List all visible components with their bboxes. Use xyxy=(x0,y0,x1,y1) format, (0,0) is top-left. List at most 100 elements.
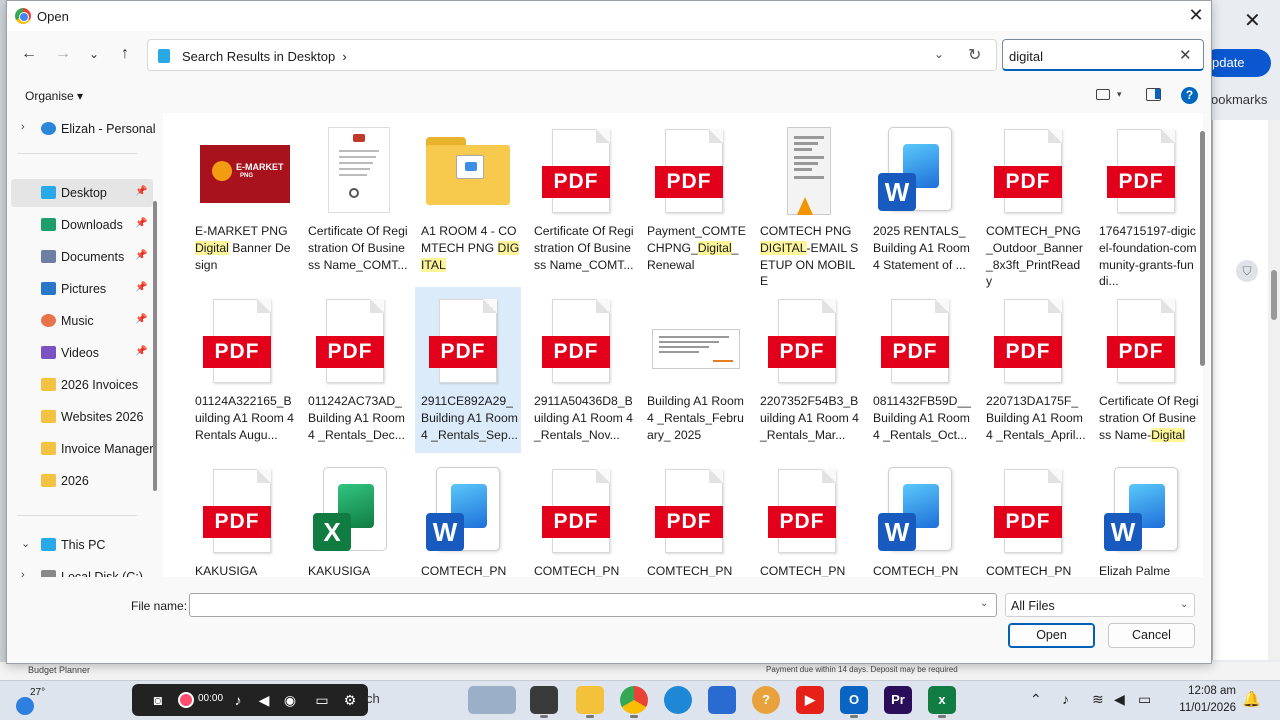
file-item[interactable]: PDF COMTECH_PN xyxy=(980,457,1086,577)
shield-icon[interactable]: ⛉ xyxy=(1236,260,1258,282)
search-highlight-image[interactable] xyxy=(468,686,516,714)
sidebar-item[interactable]: Downloads 📌 xyxy=(11,211,153,239)
view-options-icon[interactable] xyxy=(1096,89,1110,100)
file-item[interactable]: W Elizah Palme xyxy=(1093,457,1199,577)
view-dropdown-icon[interactable]: ▾ xyxy=(1117,89,1122,100)
file-item[interactable]: PDF COMTECH_PN xyxy=(641,457,747,577)
file-item[interactable]: W COMTECH_PN xyxy=(867,457,973,577)
help-app-icon[interactable]: ? xyxy=(752,686,780,714)
expand-chevron-icon[interactable]: › xyxy=(21,121,25,133)
file-item[interactable]: PDF COMTECH_PN xyxy=(754,457,860,577)
sidebar-item[interactable]: ⌄ This PC xyxy=(11,531,153,559)
file-item[interactable]: PDF 220713DA175F_Building A1 Room 4 _Rent… xyxy=(980,287,1086,453)
youtube-icon[interactable]: ▶ xyxy=(796,686,824,714)
breadcrumb[interactable]: Search Results in Desktop › xyxy=(182,49,347,64)
file-explorer-icon[interactable] xyxy=(576,686,604,718)
file-item[interactable]: PDF 2911CE892A29_Building A1 Room 4 _Rent… xyxy=(415,287,521,453)
file-item[interactable]: PDF 011242AC73AD_Building A1 Room 4 _Rent… xyxy=(302,287,408,453)
file-item[interactable]: W 2025 RENTALS_Building A1 Room 4 Stateme… xyxy=(867,117,973,283)
navigation-pane-scrollbar[interactable] xyxy=(153,201,157,491)
microphone-icon[interactable]: ♪ xyxy=(228,690,248,710)
taskbar-search-fragment[interactable]: ch xyxy=(366,691,380,706)
camera-icon[interactable]: ◙ xyxy=(148,690,168,710)
address-dropdown-icon[interactable]: ⌄ xyxy=(934,47,944,61)
file-name-dropdown-icon[interactable]: ⌄ xyxy=(980,598,988,609)
file-item[interactable]: X KAKUSIGA xyxy=(302,457,408,577)
expand-chevron-icon[interactable]: › xyxy=(21,569,25,577)
sidebar-item[interactable]: Desktop 📌 xyxy=(11,179,153,207)
organise-menu-button[interactable]: Organise ▾ xyxy=(25,89,83,103)
browser-bookmarks-label[interactable]: ookmarks xyxy=(1211,92,1267,107)
file-item[interactable]: Certificate Of Registration Of Business … xyxy=(302,117,408,283)
disk-icon xyxy=(41,570,56,577)
sidebar-item[interactable]: Music 📌 xyxy=(11,307,153,335)
refresh-icon[interactable]: ↻ xyxy=(968,45,981,65)
file-item[interactable]: PDF 2911A50436D8_Building A1 Room 4 _Rent… xyxy=(528,287,634,453)
help-icon[interactable]: ? xyxy=(1181,87,1198,104)
edge-icon[interactable] xyxy=(664,686,692,714)
sidebar-item[interactable]: Pictures 📌 xyxy=(11,275,153,303)
premiere-icon[interactable]: Pr xyxy=(884,686,912,714)
file-item[interactable]: PDF 01124A322165_Building A1 Room 4 Renta… xyxy=(189,287,295,453)
up-arrow-icon[interactable]: ↑ xyxy=(115,45,135,63)
webcam-icon[interactable]: ◉ xyxy=(280,690,300,710)
address-bar[interactable]: Search Results in Desktop › ⌄ ↻ xyxy=(147,39,997,71)
browser-close-icon[interactable]: ✕ xyxy=(1244,8,1261,33)
file-name-input[interactable]: ⌄ xyxy=(189,593,997,617)
file-item[interactable]: PDF Payment_COMTECHPNG_Digital_Renewal xyxy=(641,117,747,283)
file-item[interactable]: PDF 2207352F54B3_Building A1 Room 4 _Rent… xyxy=(754,287,860,453)
file-item[interactable]: PDF Certificate Of Registration Of Busine… xyxy=(528,117,634,283)
file-item[interactable]: A1 ROOM 4 - COMTECH PNG DIGITAL xyxy=(415,117,521,283)
wifi-icon[interactable]: ≋ xyxy=(1092,691,1104,708)
file-item[interactable]: PDF COMTECH_PN xyxy=(528,457,634,577)
cancel-button[interactable]: Cancel xyxy=(1108,623,1195,648)
file-item[interactable]: PDF KAKUSIGA xyxy=(189,457,295,577)
file-item[interactable]: PDF Certificate Of Registration Of Busine… xyxy=(1093,287,1199,453)
notification-icon[interactable]: 🔔 xyxy=(1242,690,1261,708)
file-grid-scrollbar[interactable] xyxy=(1200,131,1205,366)
folder-preview xyxy=(456,155,484,179)
file-type-filter[interactable]: All Files ⌄ xyxy=(1005,593,1195,617)
store-icon[interactable] xyxy=(708,686,736,714)
preview-pane-icon[interactable] xyxy=(1146,88,1161,101)
sidebar-item[interactable]: › Elizah - Personal xyxy=(11,115,156,143)
chrome-taskbar-icon[interactable] xyxy=(620,686,648,718)
clear-search-icon[interactable]: ✕ xyxy=(1179,46,1192,64)
back-arrow-icon[interactable]: ← xyxy=(19,45,39,63)
file-item[interactable]: PDF 1764715197-digicel-foundation-communi… xyxy=(1093,117,1199,288)
battery-icon[interactable]: ▭ xyxy=(1138,691,1151,708)
volume-icon[interactable]: ◀ xyxy=(1114,691,1125,708)
window-icon[interactable]: ▭ xyxy=(312,690,332,710)
sidebar-item[interactable]: Websites 2026 xyxy=(11,403,153,431)
expand-chevron-icon[interactable]: ⌄ xyxy=(21,537,30,550)
show-hidden-icons-icon[interactable]: ⌃ xyxy=(1030,691,1042,708)
task-view-icon[interactable] xyxy=(530,686,558,718)
taskbar: 27° ◙ 00:00 ♪ ◀ ◉ ▭ ⚙ ch ? ▶ O Pr x ⌃ ♪ … xyxy=(0,680,1280,720)
search-input[interactable]: digital ✕ xyxy=(1002,39,1204,71)
recent-locations-chevron-icon[interactable]: ⌄ xyxy=(84,47,104,61)
browser-update-button[interactable]: pdate xyxy=(1203,49,1271,77)
file-item[interactable]: Building A1 Room 4 _Rentals_February_ 20… xyxy=(641,287,747,453)
sidebar-item[interactable]: Documents 📌 xyxy=(11,243,153,271)
browser-scrollbar[interactable] xyxy=(1268,120,1280,660)
sidebar-item[interactable]: Invoice Manager xyxy=(11,435,153,463)
sidebar-item[interactable]: 2026 xyxy=(11,467,153,495)
speaker-icon[interactable]: ◀ xyxy=(254,690,274,710)
outlook-icon[interactable]: O xyxy=(840,686,868,718)
file-item[interactable]: COMTECH PNG DIGITAL-EMAIL SETUP ON MOBIL… xyxy=(754,117,860,288)
settings-gear-icon[interactable]: ⚙ xyxy=(340,690,360,710)
forward-arrow-icon[interactable]: → xyxy=(53,45,73,63)
dialog-close-button[interactable]: ✕ xyxy=(1185,5,1207,26)
sidebar-item[interactable]: 2026 Invoices xyxy=(11,371,153,399)
record-icon[interactable] xyxy=(178,692,194,708)
file-item[interactable]: E-MARKET PNG E-MARKET PNG Digital Banner D… xyxy=(189,117,295,283)
file-item[interactable]: PDF 0811432FB59D__Building A1 Room 4 _Ren… xyxy=(867,287,973,453)
sidebar-item[interactable]: Videos 📌 xyxy=(11,339,153,367)
sidebar-item[interactable]: › Local Disk (C:) xyxy=(11,563,153,577)
excel-taskbar-icon[interactable]: x xyxy=(928,686,956,718)
file-item[interactable]: W COMTECH_PN xyxy=(415,457,521,577)
microphone-tray-icon[interactable]: ♪ xyxy=(1062,691,1069,707)
open-button[interactable]: Open xyxy=(1008,623,1095,648)
file-item[interactable]: PDF COMTECH_PNG_Outdoor_Banner_8x3ft_Prin… xyxy=(980,117,1086,288)
clock[interactable]: 12:08 am 11/01/2026 xyxy=(1168,683,1236,717)
